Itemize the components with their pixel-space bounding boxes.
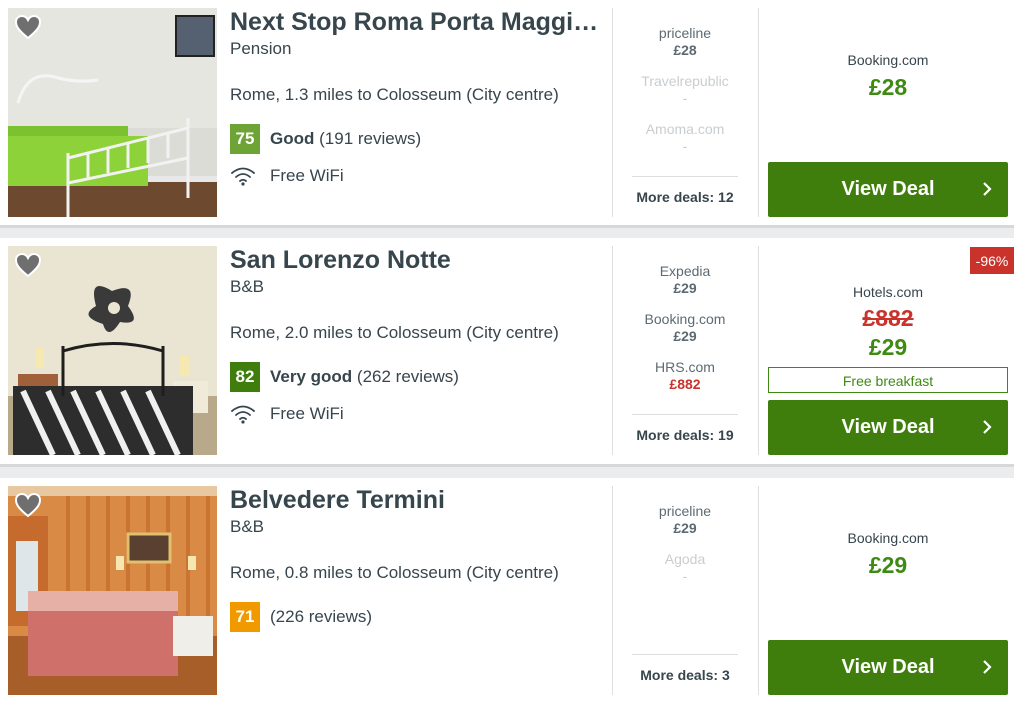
hotel-card: San Lorenzo Notte B&B Rome, 2.0 miles to… <box>0 238 1014 467</box>
best-deal-price[interactable]: £29 <box>768 552 1008 579</box>
deal-option[interactable]: Amoma.com - <box>632 104 738 154</box>
review-count: (262 reviews) <box>356 367 459 386</box>
accommodation-type: Pension <box>230 39 292 58</box>
divider <box>612 246 613 455</box>
review-count: (226 reviews) <box>270 607 373 626</box>
deal-provider: HRS.com <box>655 359 715 375</box>
divider <box>758 246 759 455</box>
favorite-heart-icon[interactable] <box>14 492 42 518</box>
divider <box>758 486 759 695</box>
favorite-heart-icon[interactable] <box>14 14 42 40</box>
rating-row[interactable]: 75 Good (191 reviews) <box>230 124 602 154</box>
deal-price: £882 <box>669 376 701 392</box>
divider <box>612 8 613 217</box>
rating-text: (226 reviews) <box>270 607 372 627</box>
deal-option[interactable]: Booking.com £29 <box>632 294 738 344</box>
best-deal-provider: Booking.com <box>847 530 929 546</box>
deal-provider: Amoma.com <box>645 121 725 137</box>
chevron-right-icon <box>983 420 992 434</box>
rating-row[interactable]: 82 Very good (262 reviews) <box>230 362 602 392</box>
hotel-card: Belvedere Termini B&B Rome, 0.8 miles to… <box>0 478 1014 701</box>
deal-option[interactable]: priceline £29 <box>632 486 738 536</box>
deal-option[interactable]: HRS.com £882 <box>632 342 738 392</box>
deal-price: - <box>682 568 688 584</box>
hotel-name[interactable]: San Lorenzo Notte <box>230 245 602 275</box>
original-price: £882 <box>862 305 914 331</box>
chevron-right-icon <box>983 182 992 196</box>
deal-provider: Booking.com <box>644 311 726 327</box>
deal-provider: Agoda <box>664 551 706 567</box>
review-count: (191 reviews) <box>319 129 422 148</box>
hotel-card: Next Stop Roma Porta Maggiore Pension Ro… <box>0 0 1014 228</box>
wifi-icon <box>230 166 256 186</box>
rating-text: Very good (262 reviews) <box>270 367 459 387</box>
view-deal-label: View Deal <box>841 656 935 678</box>
rating-score: 82 <box>230 362 260 392</box>
more-deals-link[interactable]: More deals: 12 <box>632 176 738 217</box>
view-deal-button[interactable]: View Deal <box>768 162 1008 217</box>
best-deal-provider: Booking.com <box>847 52 929 68</box>
wifi-icon <box>230 404 256 424</box>
best-deal-provider: Hotels.com <box>852 284 924 300</box>
amenity-label: Free WiFi <box>270 404 344 423</box>
hotel-photo[interactable] <box>8 8 217 217</box>
hotel-name[interactable]: Next Stop Roma Porta Maggiore <box>230 7 602 37</box>
best-deal: Booking.com £28 View Deal <box>768 8 1008 217</box>
hotel-name[interactable]: Belvedere Termini <box>230 485 602 515</box>
amenity-row: Free WiFi <box>230 404 602 424</box>
accommodation-type: B&B <box>230 277 265 296</box>
accommodation-type: B&B <box>230 517 265 536</box>
rating-text: Good (191 reviews) <box>270 129 421 149</box>
view-deal-label: View Deal <box>841 178 935 200</box>
hotel-photo[interactable] <box>8 246 217 455</box>
best-deal-price[interactable]: £29 <box>768 334 1008 361</box>
rating-score: 71 <box>230 602 260 632</box>
best-deal-price[interactable]: £28 <box>768 74 1008 101</box>
rating-row[interactable]: 71 (226 reviews) <box>230 602 602 632</box>
more-deals-link[interactable]: More deals: 19 <box>632 414 738 455</box>
hotel-info: Next Stop Roma Porta Maggiore Pension Ro… <box>230 8 602 186</box>
deal-provider: Travelrepublic <box>641 73 729 89</box>
amenity-label: Free WiFi <box>270 166 344 185</box>
more-deals-link[interactable]: More deals: 3 <box>632 654 738 695</box>
deal-price: - <box>682 138 688 154</box>
other-deals: priceline £29 Agoda - More deals: 3 <box>632 486 738 695</box>
view-deal-label: View Deal <box>841 416 935 438</box>
deal-option[interactable]: Travelrepublic - <box>632 56 738 106</box>
view-deal-button[interactable]: View Deal <box>768 400 1008 455</box>
rating-score: 75 <box>230 124 260 154</box>
chevron-right-icon <box>983 660 992 674</box>
divider <box>758 8 759 217</box>
hotel-location[interactable]: Rome, 1.3 miles to Colosseum (City centr… <box>230 85 602 105</box>
deal-option[interactable]: Agoda - <box>632 534 738 584</box>
deal-option[interactable]: Expedia £29 <box>632 246 738 296</box>
hotel-photo[interactable] <box>8 486 217 695</box>
discount-badge: -96% <box>970 247 1014 274</box>
deal-provider: priceline <box>658 25 712 41</box>
divider <box>612 486 613 695</box>
rating-label: Very good <box>270 367 353 386</box>
best-deal: Booking.com £29 View Deal <box>768 486 1008 695</box>
deal-provider: priceline <box>658 503 712 519</box>
hotel-info: San Lorenzo Notte B&B Rome, 2.0 miles to… <box>230 246 602 424</box>
view-deal-button[interactable]: View Deal <box>768 640 1008 695</box>
best-deal: Hotels.com £882 £29 Free breakfast View … <box>768 246 1008 455</box>
deal-option[interactable]: priceline £28 <box>632 8 738 58</box>
other-deals: priceline £28 Travelrepublic - Amoma.com… <box>632 8 738 217</box>
other-deals: Expedia £29 Booking.com £29 HRS.com £882… <box>632 246 738 455</box>
amenity-row: Free WiFi <box>230 166 602 186</box>
rating-label: Good <box>270 129 315 148</box>
favorite-heart-icon[interactable] <box>14 252 42 278</box>
hotel-info: Belvedere Termini B&B Rome, 0.8 miles to… <box>230 486 602 632</box>
free-breakfast-badge: Free breakfast <box>768 367 1008 393</box>
hotel-location[interactable]: Rome, 0.8 miles to Colosseum (City centr… <box>230 563 602 583</box>
hotel-location[interactable]: Rome, 2.0 miles to Colosseum (City centr… <box>230 323 602 343</box>
deal-provider: Expedia <box>659 263 711 279</box>
